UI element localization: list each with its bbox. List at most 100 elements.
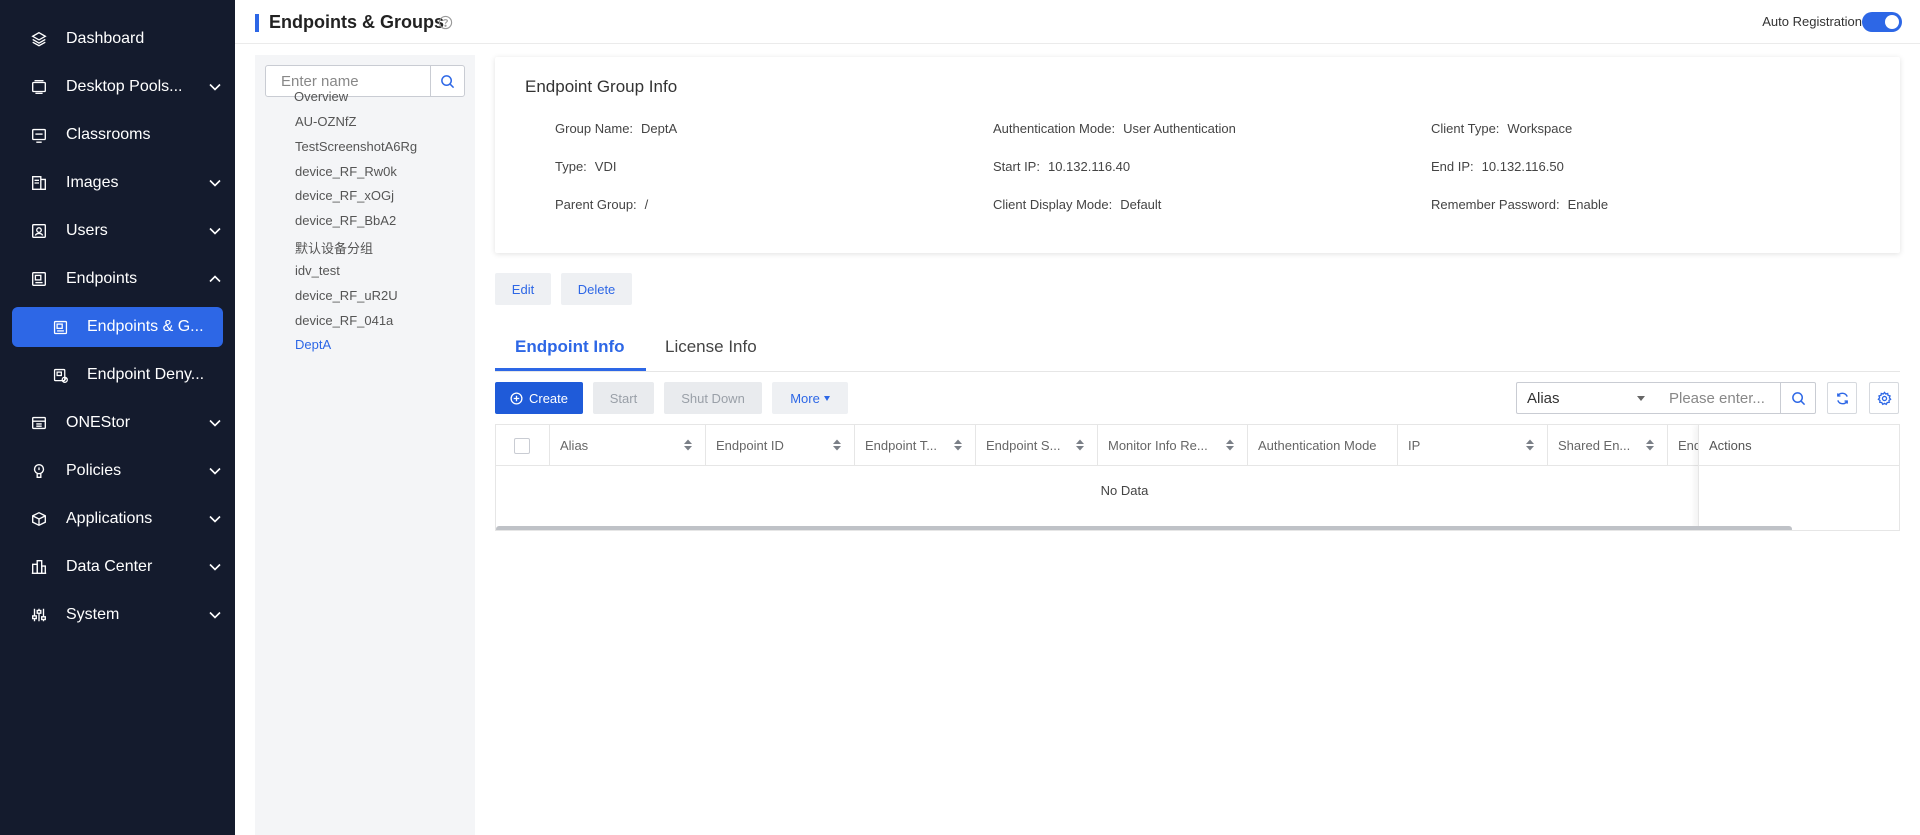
chevron-down-icon [195, 560, 235, 574]
desktop-pool-icon [29, 77, 49, 97]
group-search-input[interactable] [266, 66, 431, 96]
filter-input[interactable] [1655, 382, 1781, 414]
actions-column: Actions [1698, 425, 1899, 530]
caret-down-icon [1637, 396, 1645, 401]
endpoint-group-icon [50, 317, 70, 337]
group-item[interactable]: device_RF_xOGj [295, 188, 394, 203]
filter-search-button[interactable] [1780, 382, 1816, 414]
group-item[interactable]: device_RF_BbA2 [295, 213, 396, 228]
sidebar-item-system[interactable]: System [0, 595, 235, 635]
group-item[interactable]: device_RF_041a [295, 313, 393, 328]
sidebar-item-data-center[interactable]: Data Center [0, 547, 235, 587]
sidebar-item-users[interactable]: Users [0, 211, 235, 251]
group-item[interactable]: device_RF_uR2U [295, 288, 398, 303]
refresh-icon [1836, 392, 1848, 404]
sidebar-item-classrooms[interactable]: Classrooms [0, 115, 235, 155]
search-icon [441, 74, 455, 88]
column-header-endpoint-type[interactable]: Endpoint T... [855, 425, 976, 466]
select-all-checkbox[interactable] [514, 437, 530, 454]
sort-icon [1226, 439, 1234, 451]
field-start-ip: Start IP: 10.132.116.40 [993, 159, 1131, 174]
more-button[interactable]: More [772, 382, 848, 414]
chevron-down-icon [195, 224, 235, 238]
sidebar-item-label: Endpoint Deny... [87, 366, 205, 383]
chevron-down-icon [195, 416, 235, 430]
group-item[interactable]: device_RF_Rw0k [295, 164, 397, 179]
group-item[interactable]: 默认设备分组 [295, 238, 373, 257]
group-item[interactable]: TestScreenshotA6Rg [295, 139, 417, 154]
endpoint-table: Alias Endpoint ID Endpoint T... Endpoint… [495, 424, 1900, 531]
filter-field-select[interactable]: Alias [1516, 382, 1656, 414]
settings-button[interactable] [1869, 382, 1899, 414]
chevron-down-icon [195, 464, 235, 478]
group-item[interactable]: AU-OZNfZ [295, 114, 356, 129]
storage-icon [29, 413, 49, 433]
field-parent-group: Parent Group: / [555, 197, 649, 212]
sidebar-item-label: Users [66, 222, 108, 239]
column-header-endpoint-id[interactable]: Endpoint ID [706, 425, 855, 466]
chevron-up-icon [195, 272, 235, 286]
sidebar: Dashboard Desktop Pools... Classrooms Im… [0, 0, 235, 835]
column-header-authentication-mode[interactable]: Authentication Mode [1248, 425, 1398, 466]
sidebar-item-endpoint-deny[interactable]: Endpoint Deny... [12, 355, 223, 395]
field-auth-mode: Authentication Mode: User Authentication [993, 121, 1236, 136]
title-accent-bar [255, 14, 259, 32]
auto-registration-label: Auto Registration [1762, 14, 1862, 29]
start-button[interactable]: Start [593, 382, 654, 414]
sidebar-item-label: ONEStor [66, 414, 131, 431]
field-type: Type: VDI [555, 159, 617, 174]
tab-endpoint-info[interactable]: Endpoint Info [515, 337, 625, 357]
tab-license-info[interactable]: License Info [665, 337, 757, 357]
sidebar-item-label: Dashboard [66, 30, 145, 47]
group-item-overview[interactable]: Overview [294, 89, 348, 104]
sidebar-item-label: System [66, 606, 120, 623]
column-header-shared-endpoint[interactable]: Shared En... [1548, 425, 1668, 466]
empty-state-text: No Data [1100, 483, 1149, 498]
chevron-down-icon [195, 176, 235, 190]
page-title: Endpoints & Groups [269, 12, 444, 32]
sort-icon [1076, 439, 1084, 451]
column-header-actions: Actions [1699, 425, 1899, 466]
sidebar-item-endpoints-groups[interactable]: Endpoints & G... [12, 307, 223, 347]
sidebar-item-desktop-pools[interactable]: Desktop Pools... [0, 67, 235, 107]
column-header-alias[interactable]: Alias [550, 425, 706, 466]
field-client-display-mode: Client Display Mode: Default [993, 197, 1162, 212]
field-client-type: Client Type: Workspace [1431, 121, 1573, 136]
chevron-down-icon [195, 80, 235, 94]
horizontal-scrollbar[interactable] [496, 526, 1792, 530]
sidebar-item-applications[interactable]: Applications [0, 499, 235, 539]
group-item-selected[interactable]: DeptA [295, 337, 331, 352]
group-search-button[interactable] [430, 66, 464, 96]
search-icon [1791, 391, 1805, 405]
sidebar-item-label: Endpoints [66, 270, 138, 287]
auto-registration-toggle[interactable] [1862, 12, 1902, 32]
chevron-down-icon [195, 512, 235, 526]
column-header-monitor-info[interactable]: Monitor Info Re... [1098, 425, 1248, 466]
sidebar-item-endpoints[interactable]: Endpoints [0, 259, 235, 299]
system-icon [29, 605, 49, 625]
group-info-title: Endpoint Group Info [525, 77, 678, 96]
edit-button[interactable]: Edit [495, 273, 551, 305]
select-all-cell [496, 425, 550, 466]
policy-icon [29, 461, 49, 481]
column-header-endpoint-status[interactable]: Endpoint S... [976, 425, 1098, 466]
help-icon[interactable] [438, 15, 453, 30]
sidebar-item-policies[interactable]: Policies [0, 451, 235, 491]
group-item[interactable]: idv_test [295, 263, 340, 278]
delete-button[interactable]: Delete [561, 273, 632, 305]
sidebar-item-onestor[interactable]: ONEStor [0, 403, 235, 443]
active-tab-underline [495, 368, 646, 371]
chevron-down-icon [195, 608, 235, 622]
sidebar-item-label: Applications [66, 510, 153, 527]
refresh-button[interactable] [1827, 382, 1857, 414]
classroom-icon [29, 125, 49, 145]
image-icon [29, 173, 49, 193]
column-header-ip[interactable]: IP [1398, 425, 1548, 466]
sidebar-item-label: Classrooms [66, 126, 151, 143]
sort-icon [1526, 439, 1534, 451]
shutdown-button[interactable]: Shut Down [664, 382, 762, 414]
sidebar-item-dashboard[interactable]: Dashboard [0, 19, 235, 59]
sort-icon [684, 439, 692, 451]
create-button[interactable]: Create [495, 382, 583, 414]
sidebar-item-images[interactable]: Images [0, 163, 235, 203]
